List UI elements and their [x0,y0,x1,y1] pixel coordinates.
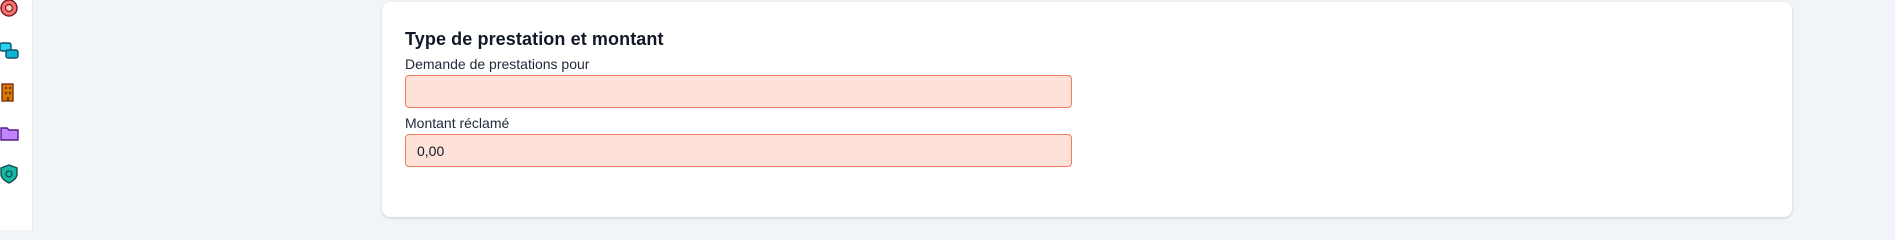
claimed-amount-label: Montant réclamé [405,115,510,131]
benefit-request-label: Demande de prestations pour [405,56,590,72]
badge-icon[interactable] [0,0,20,20]
claimed-amount-input[interactable] [405,134,1072,167]
shield-check-icon[interactable] [0,163,20,185]
sidebar [0,0,33,230]
benefit-request-input[interactable] [405,75,1072,108]
section-title: Type de prestation et montant [405,29,664,49]
coins-stack-icon[interactable] [0,40,20,62]
folder-icon[interactable] [0,122,20,144]
building-icon[interactable] [0,81,20,103]
benefit-type-amount-card: Type de prestation et montant Demande de… [382,2,1792,217]
